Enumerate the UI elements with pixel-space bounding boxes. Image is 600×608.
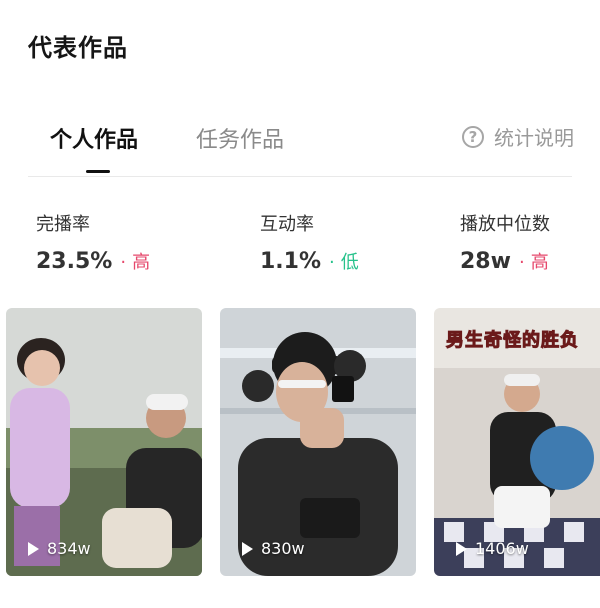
metric-level-badge: 低 (340, 252, 359, 273)
video-thumbnail (6, 308, 202, 576)
video-card[interactable]: 834w (6, 308, 202, 576)
play-icon (28, 541, 39, 556)
metric-value: 28w (460, 249, 511, 274)
metric-value: 23.5% (36, 249, 113, 274)
metric-median-plays: 播放中位数 28w · 高 (460, 210, 550, 274)
play-count-label: 834w (47, 539, 91, 558)
video-thumbnail (220, 308, 416, 576)
tabs-divider (28, 176, 572, 177)
metric-value: 1.1% (260, 249, 322, 274)
section-title: 代表作品 (28, 34, 128, 62)
video-card[interactable]: 男生奇怪的胜负 1406w (434, 308, 600, 576)
play-icon (242, 541, 253, 556)
video-card[interactable]: 830w (220, 308, 416, 576)
play-count-label: 830w (261, 539, 305, 558)
video-grid: 834w 830w 男生奇怪的胜负 1406w (6, 308, 600, 578)
metric-level-badge: 高 (530, 252, 549, 273)
metric-label: 互动率 (260, 214, 314, 235)
tab-personal-works[interactable]: 个人作品 (50, 122, 138, 154)
stats-help-link[interactable]: ? 统计说明 (462, 122, 574, 151)
stats-help-label: 统计说明 (494, 126, 574, 150)
separator-dot: · (518, 252, 525, 273)
active-tab-indicator (86, 170, 110, 173)
separator-dot: · (120, 252, 127, 273)
metric-completion-rate: 完播率 23.5% · 高 (36, 210, 150, 274)
play-icon (456, 541, 467, 556)
metric-level-badge: 高 (132, 252, 151, 273)
video-title-banner: 男生奇怪的胜负 (446, 330, 579, 352)
metric-label: 播放中位数 (460, 214, 550, 235)
play-count: 834w (28, 539, 91, 558)
separator-dot: · (329, 252, 335, 273)
question-circle-icon: ? (462, 125, 484, 148)
play-count: 830w (242, 539, 305, 558)
play-count: 1406w (456, 539, 529, 558)
tab-task-works[interactable]: 任务作品 (196, 122, 284, 154)
play-count-label: 1406w (475, 539, 529, 558)
metric-label: 完播率 (36, 214, 90, 235)
metric-interaction-rate: 互动率 1.1% · 低 (260, 210, 359, 274)
